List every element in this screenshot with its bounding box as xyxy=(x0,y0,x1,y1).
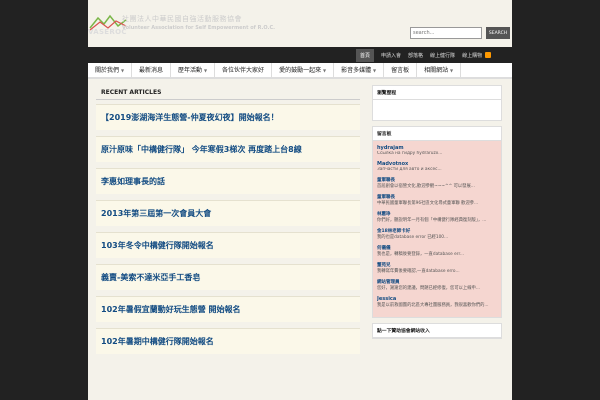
org-name-en: Volunteer Association for Self Empowerme… xyxy=(122,25,276,31)
comment-text[interactable]: 我的也是database error 已經100... xyxy=(377,234,497,240)
comment-item: Jessica 我是以前救國團的北區大專社團服務員，我很喜歡你們的... xyxy=(377,296,497,308)
comment-item: hydrajam Ссылка на гидру hydraruzx... xyxy=(377,145,497,156)
article-item: 102年暑期中構健行隊開始報名 xyxy=(96,328,360,354)
comment-text[interactable]: 你們好，聽說明年一月有個「中構健行隊經典復刻版」，... xyxy=(377,217,497,223)
search-button[interactable]: SEARCH xyxy=(486,27,510,39)
section-title: RECENT ARTICLES xyxy=(96,85,360,100)
history-box-title: 瀏覽歷程 xyxy=(373,86,501,100)
nav-item-news[interactable]: 最新消息 xyxy=(132,63,172,77)
chevron-down-icon: ▼ xyxy=(450,68,454,73)
comment-item: 網站管理員 您好，謝謝您的建議，問題已經修復，您可以上線申... xyxy=(377,279,497,291)
chevron-down-icon: ▼ xyxy=(323,68,327,73)
nav-item-encourage[interactable]: 愛的鼓勵一起來 ▼ xyxy=(272,63,335,77)
article-item: 【2019澎湖海洋生態營-仲夏夜幻夜】開始報名！ xyxy=(96,104,360,130)
nav-item-about[interactable]: 關於我們 ▼ xyxy=(88,63,133,77)
page: VASEROC 社團法人中華民國自強活動服務協會 Volunteer Assoc… xyxy=(88,0,512,400)
chevron-down-icon: ▼ xyxy=(203,68,208,73)
toplink-join[interactable]: 申請入會 xyxy=(381,52,401,59)
article-link[interactable]: 【2019澎湖海洋生態營-仲夏夜幻夜】開始報名！ xyxy=(101,112,279,123)
toplink-hiking[interactable]: 線上健行隊 xyxy=(430,52,455,59)
article-link[interactable]: 102年暑期中構健行隊開始報名 xyxy=(101,336,214,347)
article-item: 2013年第三屆第一次會員大會 xyxy=(96,200,360,226)
article-link[interactable]: 103年冬令中構健行隊開始報名 xyxy=(101,240,214,251)
sponsor-box: 點一下贊助協會網站收入 xyxy=(372,323,502,339)
comment-item: Madvotnox Запчасти для авто и аксес... xyxy=(377,161,497,172)
comment-item: 童軍聯長 中華民國童軍聯長第96社區文化尋式童軍聯 歡迎參... xyxy=(377,194,497,206)
site-header: VASEROC 社團法人中華民國自強活動服務協會 Volunteer Assoc… xyxy=(88,0,512,45)
comment-text[interactable]: 我轉寫年費後要確認,一直database erro... xyxy=(377,268,497,274)
comment-text[interactable]: Ссылка на гидру hydraruzx... xyxy=(377,151,497,156)
article-link[interactable]: 原汁原味「中構健行隊」 今年寒假3梯次 再度踏上台8線 xyxy=(101,144,302,155)
logo-text[interactable]: VASEROC xyxy=(88,28,127,36)
comment-text[interactable]: Запчасти для авто и аксес... xyxy=(377,167,497,172)
article-link[interactable]: 102年暑假宜蘭動好玩生態營 開始報名 xyxy=(101,304,240,315)
search-input[interactable] xyxy=(410,27,482,39)
comment-text[interactable]: 您好，謝謝您的建議，問題已經修復，您可以上線申... xyxy=(377,285,497,291)
recent-articles: RECENT ARTICLES 【2019澎湖海洋生態營-仲夏夜幻夜】開始報名！… xyxy=(96,85,360,360)
chevron-down-icon: ▼ xyxy=(120,68,125,73)
nav-item-links[interactable]: 相關網站 ▼ xyxy=(417,63,462,77)
sponsor-box-title: 點一下贊助協會網站收入 xyxy=(373,324,501,338)
nav-item-events[interactable]: 歷年活動 ▼ xyxy=(171,63,216,77)
toplink-shop[interactable]: 線上購物 xyxy=(462,52,482,59)
comment-item: 林蕙琤 你們好，聽說明年一月有個「中構健行隊經典復刻版」，... xyxy=(377,211,497,223)
article-link[interactable]: 2013年第三屆第一次會員大會 xyxy=(101,208,211,219)
comment-item: 童軍聯長 首屆創會以宿營文化,歡迎參觀~~~^^ 可以發展... xyxy=(377,177,497,189)
top-links-bar: 首頁 申請入會 部落格 線上健行隊 線上購物 xyxy=(88,47,512,63)
guestbook-box-title: 留言板 xyxy=(373,127,501,141)
nav-item-partners[interactable]: 各位伙伴大家好 xyxy=(215,63,273,77)
article-item: 102年暑假宜蘭動好玩生態營 開始報名 xyxy=(96,296,360,322)
comment-text[interactable]: 我是以前救國團的北區大專社團服務員，我很喜歡你們的... xyxy=(377,302,497,308)
article-link[interactable]: 義賣-美索不達米亞手工香皂 xyxy=(101,272,200,283)
article-item: 103年冬令中構健行隊開始報名 xyxy=(96,232,360,258)
toplink-blog[interactable]: 部落格 xyxy=(408,52,423,59)
comment-text[interactable]: 首屆創會以宿營文化,歡迎參觀~~~^^ 可以發展... xyxy=(377,183,497,189)
comment-text[interactable]: 中華民國童軍聯長第96社區文化尋式童軍聯 歡迎參... xyxy=(377,200,497,206)
comments-list: hydrajam Ссылка на гидру hydraruzx... Mad… xyxy=(373,141,501,317)
comment-item: 何儀儀 我也是，轉稿後要登錄，一直database err... xyxy=(377,245,497,257)
nav-item-guestbook[interactable]: 留言板 xyxy=(384,63,418,77)
article-link[interactable]: 李惠如理事長的話 xyxy=(101,176,165,187)
comment-item: 金18林老師卡好 我的也是database error 已經100... xyxy=(377,228,497,240)
toplink-home[interactable]: 首頁 xyxy=(356,48,375,62)
org-name-cn: 社團法人中華民國自強活動服務協會 xyxy=(122,15,242,23)
guestbook-box: 留言板 hydrajam Ссылка на гидру hydraruzx...… xyxy=(372,126,502,318)
nav-item-media[interactable]: 影音多媒體 ▼ xyxy=(334,63,385,77)
article-item: 李惠如理事長的話 xyxy=(96,168,360,194)
sidebar: 瀏覽歷程 留言板 hydrajam Ссылка на гидру hydraru… xyxy=(372,85,502,344)
chevron-down-icon: ▼ xyxy=(373,68,377,73)
history-box-body xyxy=(373,100,501,120)
article-item: 原汁原味「中構健行隊」 今年寒假3梯次 再度踏上台8線 xyxy=(96,136,360,162)
rss-icon[interactable] xyxy=(485,52,492,58)
comment-item: 董苑兒 我轉寫年費後要確認,一直database erro... xyxy=(377,262,497,274)
main-nav: 關於我們 ▼ 最新消息 歷年活動 ▼ 各位伙伴大家好 愛的鼓勵一起來 ▼ 影音多… xyxy=(88,63,512,79)
history-box: 瀏覽歷程 xyxy=(372,85,502,121)
comment-text[interactable]: 我也是，轉稿後要登錄，一直database err... xyxy=(377,251,497,257)
article-item: 義賣-美索不達米亞手工香皂 xyxy=(96,264,360,290)
top-links: 首頁 申請入會 部落格 線上健行隊 線上購物 xyxy=(356,47,492,63)
